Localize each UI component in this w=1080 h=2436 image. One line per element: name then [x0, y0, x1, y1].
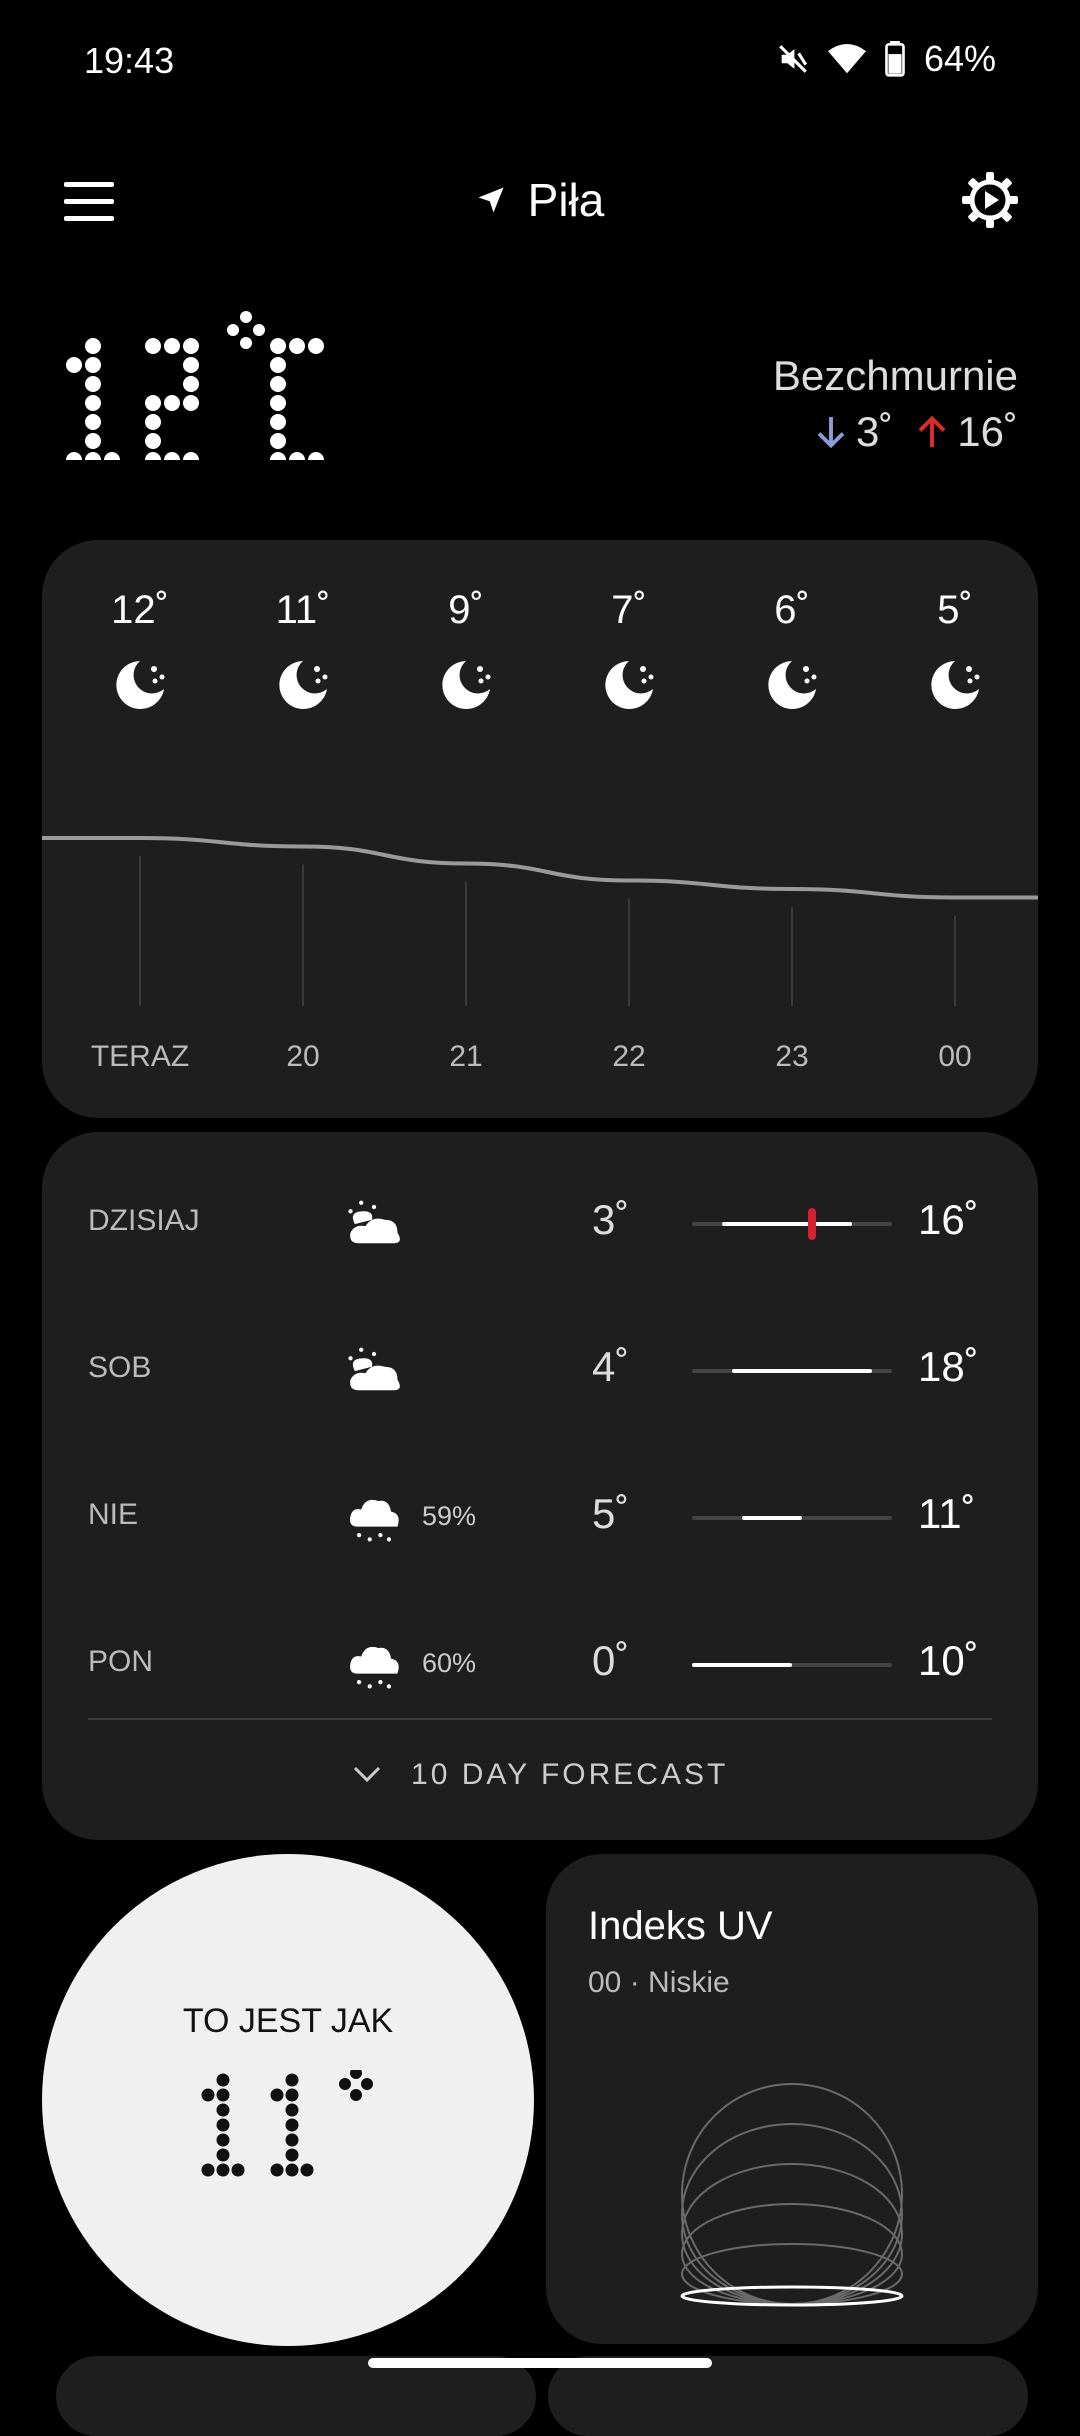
day-high: 16˚ [918, 1196, 979, 1243]
uv-sun-graphic [680, 2083, 904, 2307]
arrow-up-icon [918, 415, 946, 447]
hourly-item: 11˚ [243, 588, 363, 720]
hourly-time-label: 22 [612, 1040, 646, 1073]
day-low: 3˚ [592, 1196, 630, 1243]
hourly-time-label: 00 [938, 1040, 972, 1073]
hourly-temp: 9˚ [448, 588, 484, 632]
day-low: 4˚ [592, 1343, 630, 1390]
location-arrow-icon [478, 187, 504, 213]
hourly-temp: 12˚ [111, 588, 169, 632]
temp-range-bar [692, 1208, 892, 1240]
battery-percent: 64% [923, 38, 996, 79]
day-name: NIE [88, 1498, 139, 1531]
hourly-time-label: 23 [775, 1040, 809, 1073]
precip-chance: 60% [422, 1648, 477, 1678]
day-name: DZISIAJ [88, 1204, 200, 1237]
daily-row: SOB 4˚ 18˚ [42, 1321, 1038, 1421]
sun-cloud-icon [348, 1347, 400, 1391]
daily-forecast-card: DZISIAJ 3˚ 16˚ SOB 4˚ 18˚ NIE 59% 5˚ 11˚… [42, 1132, 1038, 1840]
rain-cloud-icon [350, 1646, 399, 1689]
temp-range-fill [732, 1369, 872, 1373]
day-name: SOB [88, 1351, 152, 1384]
moon-icon [605, 661, 654, 709]
moon-icon [768, 661, 817, 709]
settings-icon [962, 172, 1018, 228]
hourly-temp: 7˚ [611, 588, 647, 632]
feels-like-card[interactable]: TO JEST JAK 11 [42, 1854, 534, 2346]
hourly-item: 6˚ [732, 588, 852, 720]
today-low: 3˚ [855, 408, 894, 455]
mute-icon [779, 45, 808, 73]
status-time: 19:43 [84, 40, 175, 81]
next-card-right[interactable] [548, 2356, 1028, 2436]
moon-icon [279, 661, 328, 709]
ten-day-forecast-label: 10 DAY FORECAST [411, 1758, 729, 1791]
uv-title: Indeks UV [588, 1904, 773, 1948]
daily-row: NIE 59% 5˚ 11˚ [42, 1468, 1038, 1568]
moon-icon [931, 661, 980, 709]
today-low-high: 3˚ 16˚ [816, 408, 1018, 456]
current-temp-marker [808, 1208, 816, 1240]
location-selector[interactable]: Piła [0, 172, 1080, 227]
day-low: 0˚ [592, 1637, 630, 1684]
feels-like-title: TO JEST JAK [182, 2002, 394, 2040]
sun-cloud-icon [348, 1200, 400, 1244]
temp-range-bar [692, 1369, 892, 1373]
day-high: 18˚ [918, 1343, 979, 1390]
temp-range-bar [692, 1663, 892, 1667]
current-temperature [66, 311, 324, 460]
chevron-down-icon [353, 1766, 380, 1783]
moon-icon [442, 661, 491, 709]
temp-range-bar [692, 1516, 892, 1520]
hourly-temp: 11˚ [275, 588, 331, 632]
hourly-time-label: TERAZ [90, 1040, 190, 1073]
hourly-temp: 5˚ [937, 588, 973, 632]
next-card-left[interactable] [56, 2356, 536, 2436]
hourly-forecast-card[interactable]: 12˚ TERAZ 11˚ 20 9˚ 21 7˚ 22 6˚ 23 5˚ 00 [42, 540, 1038, 1118]
today-high: 16˚ [957, 408, 1018, 455]
day-high: 11˚ [918, 1490, 976, 1537]
hourly-item: 12˚ [80, 588, 200, 720]
battery-icon [885, 41, 905, 77]
rain-cloud-icon [350, 1499, 399, 1542]
uv-index-card[interactable]: Indeks UV 00 · Niskie [546, 1854, 1038, 2344]
hourly-item: 9˚ [406, 588, 526, 720]
hourly-item: 5˚ [895, 588, 1015, 720]
temp-range-fill [722, 1222, 852, 1226]
temp-range-fill [742, 1516, 802, 1520]
feels-like-value [201, 2070, 373, 2177]
daily-row: PON 60% 0˚ 10˚ [42, 1615, 1038, 1715]
home-indicator[interactable] [368, 2358, 712, 2368]
temp-range-fill [692, 1663, 792, 1667]
status-icons: 64% [776, 38, 996, 80]
wifi-icon [827, 43, 866, 74]
precip-chance: 59% [422, 1501, 477, 1531]
moon-icon [116, 661, 165, 709]
daily-row: DZISIAJ 3˚ 16˚ [42, 1174, 1038, 1274]
day-high: 10˚ [918, 1637, 979, 1684]
temperature-curve [42, 836, 1038, 900]
hourly-temp: 6˚ [774, 588, 810, 632]
day-low: 5˚ [592, 1490, 630, 1537]
current-condition: Bezchmurnie [772, 352, 1018, 399]
settings-button[interactable] [960, 170, 1020, 230]
ten-day-forecast-button[interactable]: 10 DAY FORECAST [42, 1758, 1038, 1792]
day-name: PON [88, 1645, 154, 1678]
hourly-time-label: 20 [286, 1040, 320, 1073]
location-name: Piła [527, 174, 605, 226]
divider [88, 1718, 992, 1720]
uv-subtitle: 00 · Niskie [588, 1966, 730, 1999]
arrow-down-icon [817, 417, 845, 449]
hourly-item: 7˚ [569, 588, 689, 720]
hourly-time-label: 21 [449, 1040, 483, 1073]
